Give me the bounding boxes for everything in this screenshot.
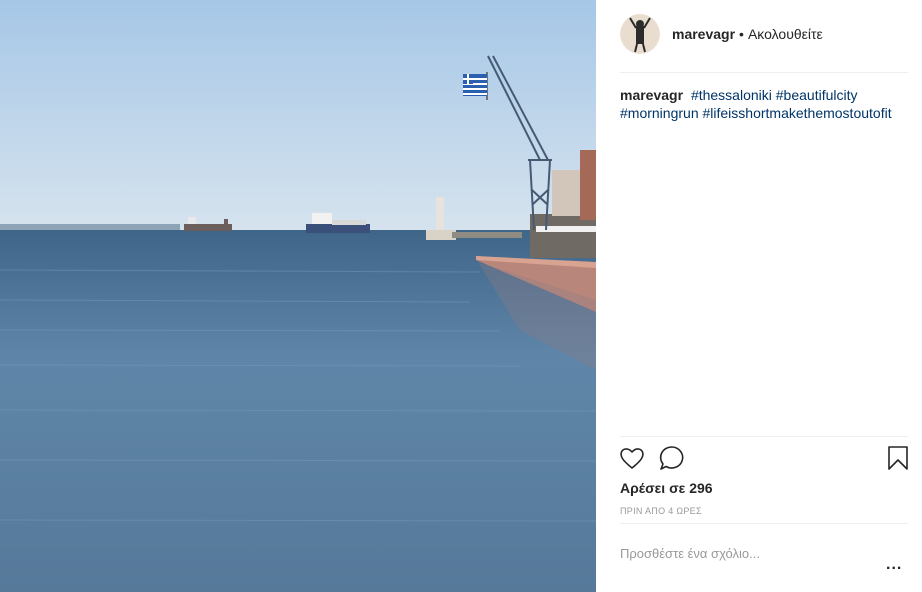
hashtag-link[interactable]: #beautifulcity bbox=[776, 87, 858, 103]
header-text: marevagr • Ακολουθείτε bbox=[672, 26, 823, 42]
caption-username-link[interactable]: marevagr bbox=[620, 87, 683, 103]
hashtag-link[interactable]: #morningrun bbox=[620, 105, 699, 121]
greek-flag bbox=[463, 72, 488, 100]
avatar-image bbox=[620, 14, 660, 54]
action-bar bbox=[596, 444, 922, 474]
header-divider bbox=[620, 72, 908, 73]
like-button[interactable] bbox=[618, 444, 646, 472]
hashtag-link[interactable]: #lifeisshortmakethemostoutofit bbox=[703, 105, 892, 121]
heart-icon bbox=[620, 448, 644, 469]
save-button[interactable] bbox=[884, 444, 912, 472]
comment-divider bbox=[620, 523, 908, 524]
avatar[interactable] bbox=[620, 14, 660, 54]
bookmark-icon bbox=[888, 446, 908, 470]
follow-status-button[interactable]: Ακολουθείτε bbox=[748, 26, 823, 42]
post-timestamp[interactable]: ΠΡΙΝ ΑΠΟ 4 ΩΡΕΣ bbox=[620, 506, 702, 516]
hashtag-link[interactable]: #thessaloniki bbox=[691, 87, 772, 103]
post-photo[interactable] bbox=[0, 0, 596, 592]
username-link[interactable]: marevagr bbox=[672, 26, 735, 42]
actions-divider bbox=[620, 436, 908, 437]
harbor-photo-image bbox=[0, 0, 596, 592]
post-side-panel: marevagr • Ακολουθείτε marevagr #thessalon… bbox=[596, 0, 922, 592]
comment-icon bbox=[659, 446, 684, 470]
comment-input[interactable] bbox=[620, 543, 860, 563]
more-options-button[interactable]: ... bbox=[886, 556, 908, 573]
post-header: marevagr • Ακολουθείτε bbox=[596, 0, 922, 72]
comment-button[interactable] bbox=[658, 444, 686, 472]
likes-count[interactable]: Αρέσει σε 296 bbox=[620, 480, 713, 496]
post-caption: marevagr #thessaloniki #beautifulcity #m… bbox=[620, 86, 912, 122]
separator-dot: • bbox=[739, 26, 744, 42]
